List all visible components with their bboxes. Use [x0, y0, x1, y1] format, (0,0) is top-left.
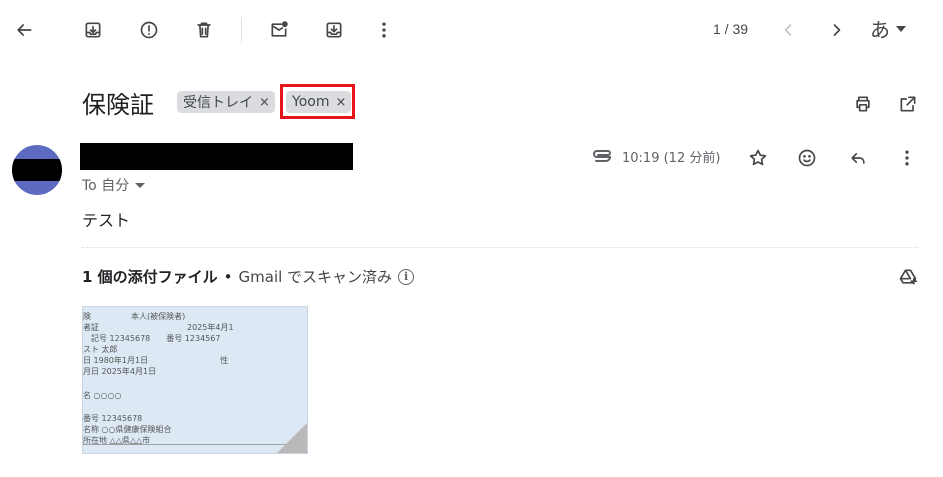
reply-icon: [851, 153, 865, 164]
message-time: 10:19 (12 分前): [622, 151, 721, 166]
attachments-header: 1 個の添付ファイル • Gmail でスキャン済み i: [82, 266, 415, 287]
email-subject: 保険証: [82, 91, 154, 119]
toolbar-divider: [241, 17, 242, 43]
arrow-left-icon: [17, 24, 32, 36]
mail-dot-icon: [271, 21, 288, 37]
separator-dot: •: [223, 267, 233, 286]
thumbnail-text-line: テスト 太郎: [82, 345, 118, 354]
attachment-icon: [593, 149, 611, 162]
smiley-icon: [798, 149, 816, 167]
caret-down-icon: [896, 25, 906, 32]
move-to-inbox-icon: [326, 22, 342, 38]
page-fold-corner: [277, 423, 307, 453]
remove-label-icon[interactable]: ×: [259, 95, 270, 110]
thumbnail-text-line: 保険 本人(被保険者): [82, 312, 186, 321]
older-button[interactable]: [821, 14, 853, 46]
thumbnail-text-line: 月日 1980年1月1日 性: [82, 356, 229, 365]
avatar-redaction: [12, 159, 62, 181]
print-icon: [856, 96, 870, 112]
archive-icon: [85, 22, 101, 38]
recipient-details-toggle[interactable]: To 自分: [82, 175, 146, 195]
open-in-new-icon: [900, 96, 916, 112]
thumbnail-text-line: 年月日 2025年4月1日: [82, 367, 157, 376]
caret-down-icon: [135, 182, 146, 188]
report-icon: [140, 21, 158, 39]
info-icon[interactable]: i: [398, 268, 415, 285]
star-icon: [749, 149, 767, 166]
more-vert-icon: [382, 22, 386, 38]
more-options-button[interactable]: [368, 14, 400, 46]
sender-avatar[interactable]: [12, 145, 62, 195]
attachment-divider: [82, 247, 918, 248]
recipient-label: To 自分: [82, 178, 130, 194]
move-to-button[interactable]: [318, 14, 350, 46]
open-new-window-button[interactable]: [892, 88, 924, 120]
pager-count: 1 / 39: [713, 21, 749, 37]
delete-button[interactable]: [188, 14, 220, 46]
add-to-drive-icon: [899, 269, 918, 285]
report-spam-button[interactable]: [133, 14, 165, 46]
back-button[interactable]: [8, 14, 40, 46]
archive-button[interactable]: [77, 14, 109, 46]
newer-button[interactable]: [772, 14, 804, 46]
print-button[interactable]: [847, 88, 879, 120]
label-chip-inbox[interactable]: 受信トレイ ×: [177, 91, 275, 113]
thumbnail-text-line: 記号 12345678 番号 1234567: [82, 334, 221, 343]
attachment-thumbnail[interactable]: 保険 本人(被保険者) 険者証 2025年4月1 記号 12345678 番号 …: [82, 306, 308, 454]
chevron-right-icon: [833, 24, 841, 36]
sender-name-redacted: [80, 143, 353, 170]
thumbnail-text-line: 者番号 12345678: [82, 414, 143, 423]
ime-label: あ: [870, 18, 890, 42]
more-vert-icon: [905, 150, 909, 166]
message-more-button[interactable]: [891, 142, 923, 174]
attachment-count: 1 個の添付ファイル: [82, 268, 218, 286]
mark-unread-button[interactable]: [263, 14, 295, 46]
thumbnail-text-line: 険者証 2025年4月1: [82, 323, 234, 332]
add-to-drive-button[interactable]: [892, 261, 924, 293]
star-button[interactable]: [742, 142, 774, 174]
emoji-reaction-button[interactable]: [791, 142, 823, 174]
input-tools-button[interactable]: あ: [870, 14, 906, 43]
scan-status: Gmail でスキャン済み: [238, 268, 393, 286]
thumbnail-text-line: 所名 ○○○○: [82, 391, 122, 400]
trash-icon: [197, 22, 211, 38]
email-body: テスト: [82, 211, 131, 230]
label-name: 受信トレイ: [183, 95, 253, 111]
chevron-left-icon: [784, 24, 792, 36]
reply-button[interactable]: [842, 142, 874, 174]
highlight-annotation: [280, 84, 355, 119]
thumbnail-text-line: 者名称 ○○県健康保険組合: [82, 425, 172, 434]
message-meta: 10:19 (12 分前): [590, 147, 720, 166]
thumbnail-rule: [83, 444, 307, 445]
